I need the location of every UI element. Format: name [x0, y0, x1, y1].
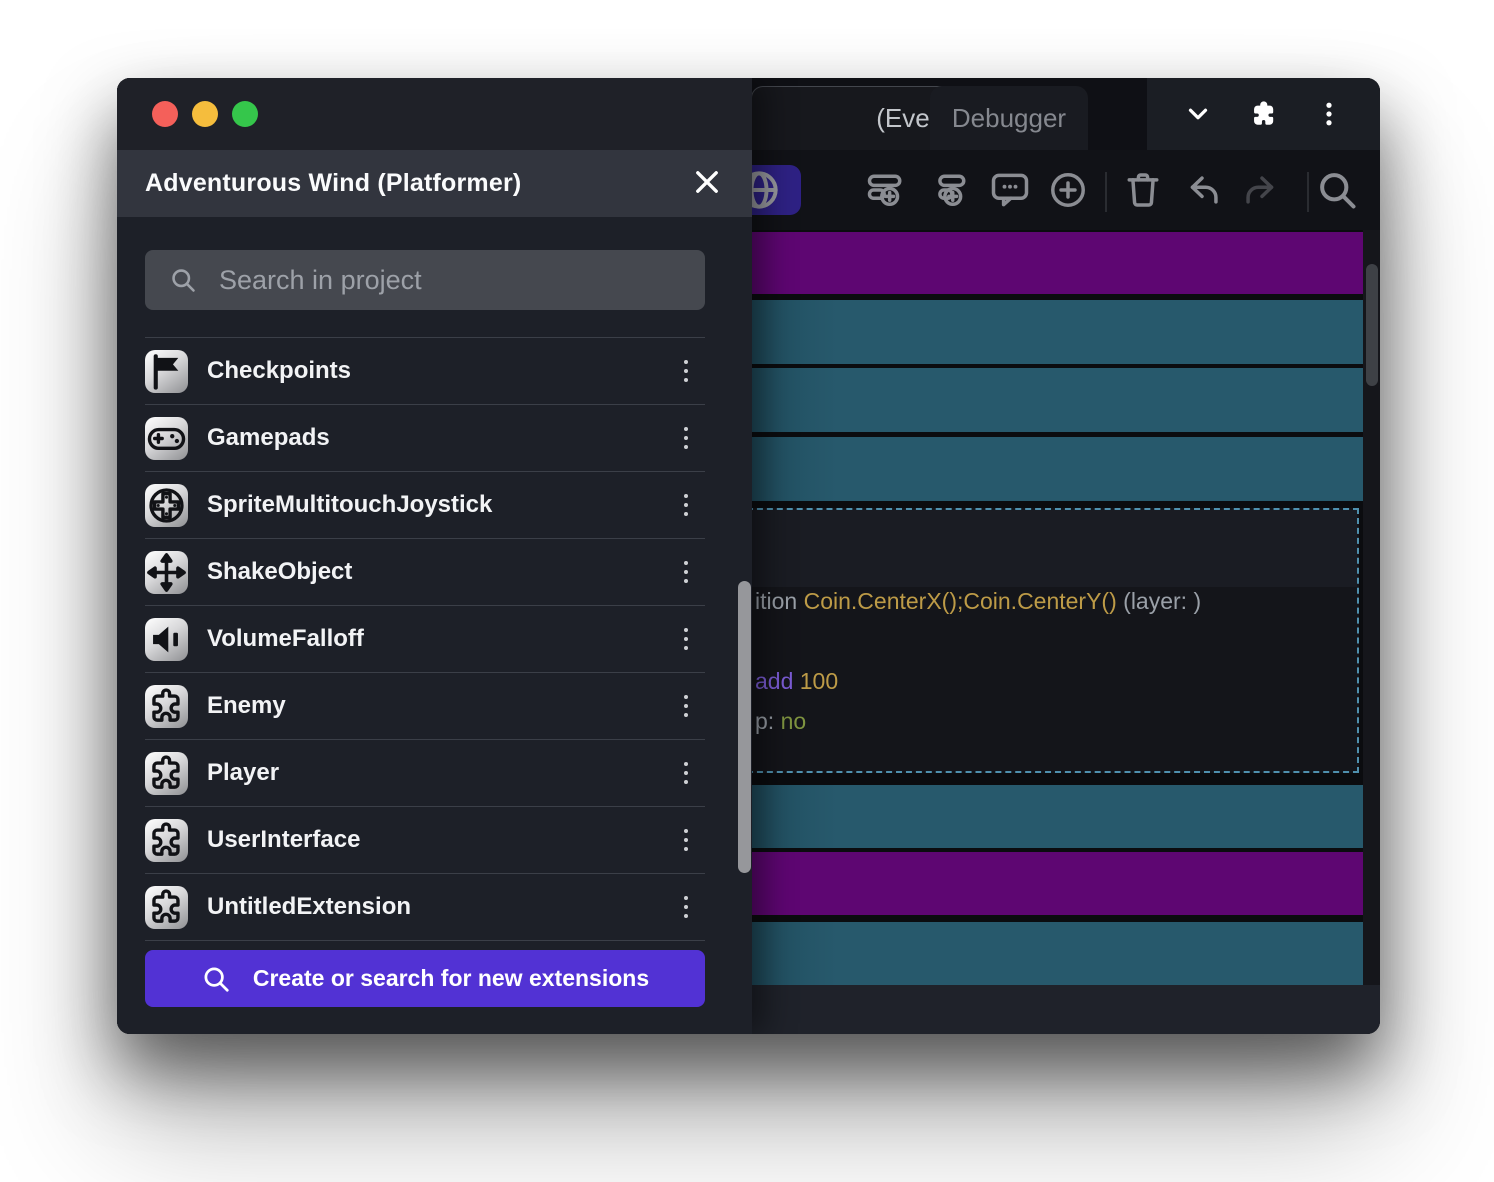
extension-list-item[interactable]: ShakeObject: [145, 538, 705, 605]
event-row-teal[interactable]: [747, 368, 1363, 432]
extension-menu-button[interactable]: [667, 483, 705, 527]
event-row-purple[interactable]: [747, 232, 1363, 294]
traffic-lights: [152, 101, 258, 127]
code-token: no: [781, 708, 807, 734]
close-icon: [690, 165, 724, 202]
chevron-down-icon[interactable]: [1183, 99, 1213, 129]
extension-menu-button[interactable]: [667, 818, 705, 862]
extension-label: UntitledExtension: [207, 893, 411, 921]
extension-list-item[interactable]: SpriteMultitouchJoystick: [145, 471, 705, 538]
extension-menu-button[interactable]: [667, 416, 705, 460]
puzzle-icon: [145, 752, 188, 795]
extension-label: SpriteMultitouchJoystick: [207, 491, 492, 519]
trash-button[interactable]: [1121, 168, 1165, 212]
move-icon: [145, 551, 188, 594]
extension-label: Player: [207, 759, 279, 787]
undo-button[interactable]: [1180, 168, 1224, 212]
extensions-list: Checkpoints Gamepads SpriteMultitouchJoy…: [145, 337, 705, 941]
tab-debugger-label: Debugger: [952, 103, 1066, 134]
extension-list-item[interactable]: VolumeFalloff: [145, 605, 705, 672]
speaker-icon: [145, 618, 188, 661]
add-event-button[interactable]: [864, 168, 908, 212]
extension-menu-button[interactable]: [667, 550, 705, 594]
extension-list-item[interactable]: Player: [145, 739, 705, 806]
search-button[interactable]: [1315, 168, 1359, 212]
puzzle-icon: [145, 685, 188, 728]
toolbar-divider: [1105, 172, 1107, 212]
extension-menu-button[interactable]: [667, 885, 705, 929]
events-scrollbar-thumb[interactable]: [1366, 264, 1378, 386]
project-manager-panel: Adventurous Wind (Platformer) Checkpoint…: [117, 78, 752, 1034]
extension-list-item[interactable]: UntitledExtension: [145, 873, 705, 940]
window-actions: [1147, 78, 1380, 150]
code-token: 100: [800, 668, 838, 694]
fullscreen-window-button[interactable]: [232, 101, 258, 127]
add-comment-button[interactable]: [988, 168, 1032, 212]
panel-close-button[interactable]: [690, 167, 724, 201]
extension-label: UserInterface: [207, 826, 360, 854]
project-search-field[interactable]: [145, 250, 705, 310]
events-scrollbar-track[interactable]: [1363, 230, 1380, 985]
extension-label: ShakeObject: [207, 558, 352, 586]
extension-list-item[interactable]: Gamepads: [145, 404, 705, 471]
tab-debugger[interactable]: Debugger: [930, 86, 1088, 150]
event-action-line[interactable]: p: no: [755, 708, 1353, 738]
redo-button[interactable]: [1240, 168, 1284, 212]
extension-menu-button[interactable]: [667, 617, 705, 661]
extension-label: Enemy: [207, 692, 286, 720]
project-title: Adventurous Wind (Platformer): [145, 169, 521, 198]
add-circle-button[interactable]: [1046, 168, 1090, 212]
panel-header: Adventurous Wind (Platformer): [117, 150, 752, 217]
window-titlebar: [117, 78, 752, 150]
search-icon: [201, 964, 231, 994]
toolbar-divider: [1307, 172, 1309, 212]
create-extension-button[interactable]: Create or search for new extensions: [145, 950, 705, 1007]
kebab-icon[interactable]: [1314, 99, 1344, 129]
puzzle-icon[interactable]: [1249, 99, 1279, 129]
selected-event-block[interactable]: ition Coin.CenterX();Coin.CenterY() (lay…: [747, 508, 1359, 773]
event-conditions-area[interactable]: [749, 510, 1357, 587]
event-row-teal[interactable]: [747, 300, 1363, 364]
joystick-icon: [145, 484, 188, 527]
minimize-window-button[interactable]: [192, 101, 218, 127]
add-sub-event-button[interactable]: [928, 168, 972, 212]
extension-menu-button[interactable]: [667, 751, 705, 795]
panel-scrollbar-thumb[interactable]: [738, 581, 751, 873]
close-window-button[interactable]: [152, 101, 178, 127]
extension-list-item[interactable]: Enemy: [145, 672, 705, 739]
code-token: Coin.CenterX();Coin.CenterY(): [804, 588, 1117, 614]
code-token: (layer: ): [1117, 588, 1201, 614]
code-token: add: [755, 668, 800, 694]
event-row-teal[interactable]: [747, 785, 1363, 848]
extension-label: VolumeFalloff: [207, 625, 364, 653]
event-row-purple[interactable]: [747, 852, 1363, 915]
app-window: (Events) Debugger ition Coin.CenterX();C…: [117, 78, 1380, 1034]
code-token: ition: [755, 588, 804, 614]
extension-list-item[interactable]: Checkpoints: [145, 337, 705, 404]
extension-label: Gamepads: [207, 424, 330, 452]
event-row-teal[interactable]: [747, 437, 1363, 501]
puzzle-icon: [145, 886, 188, 929]
event-action-line[interactable]: ition Coin.CenterX();Coin.CenterY() (lay…: [755, 588, 1353, 618]
event-row-teal[interactable]: [747, 922, 1363, 985]
create-extension-label: Create or search for new extensions: [253, 965, 649, 992]
gamepad-icon: [145, 417, 188, 460]
event-action-line[interactable]: add 100: [755, 668, 1353, 698]
extension-label: Checkpoints: [207, 357, 351, 385]
search-icon: [169, 266, 197, 294]
extension-menu-button[interactable]: [667, 349, 705, 393]
flag-icon: [145, 350, 188, 393]
search-input[interactable]: [217, 264, 687, 297]
code-token: p:: [755, 708, 781, 734]
puzzle-icon: [145, 819, 188, 862]
extension-list-item[interactable]: UserInterface: [145, 806, 705, 873]
extension-menu-button[interactable]: [667, 684, 705, 728]
